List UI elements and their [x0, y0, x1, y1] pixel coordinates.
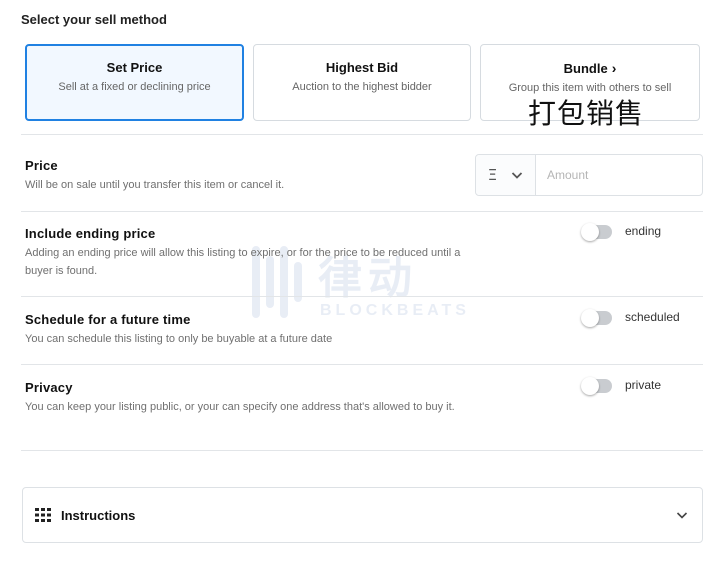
highest-bid-desc: Auction to the highest bidder [292, 81, 432, 93]
ending-price-desc: Adding an ending price will allow this l… [25, 247, 461, 277]
privacy-toggle-label: private [625, 378, 662, 392]
divider [21, 296, 703, 297]
ending-toggle[interactable] [581, 223, 612, 241]
price-input-group: Ξ [475, 154, 703, 196]
privacy-toggle[interactable] [581, 377, 612, 395]
ending-toggle-label: ending [625, 224, 662, 238]
chevron-down-icon [676, 512, 688, 519]
divider [21, 211, 703, 212]
schedule-desc: You can schedule this listing to only be… [25, 333, 333, 345]
privacy-desc: You can keep your listing public, or you… [25, 401, 455, 413]
bundle-overlay-text: 打包销售 [528, 97, 645, 130]
price-desc: Will be on sale until you transfer this … [25, 179, 285, 191]
schedule-toggle[interactable] [581, 309, 612, 327]
chevron-down-icon [512, 172, 523, 179]
divider [21, 450, 703, 451]
token-select[interactable]: Ξ [476, 155, 536, 195]
set-price-title: Set Price [106, 60, 163, 75]
chevron-right-icon: › [611, 60, 617, 76]
bundle-title: Bundle [563, 61, 608, 76]
privacy-title: Privacy [25, 380, 73, 395]
instructions-accordion[interactable]: Instructions [22, 487, 703, 543]
price-title: Price [25, 158, 58, 173]
grid-icon [35, 508, 51, 522]
highest-bid-title: Highest Bid [325, 60, 399, 75]
divider [21, 134, 703, 135]
highest-bid-option[interactable]: Highest Bid Auction to the highest bidde… [253, 44, 471, 121]
set-price-desc: Sell at a fixed or declining price [58, 81, 211, 93]
schedule-title: Schedule for a future time [25, 312, 191, 327]
sell-method-heading: Select your sell method [21, 12, 167, 27]
eth-icon: Ξ [487, 166, 498, 184]
ending-price-title: Include ending price [25, 226, 156, 241]
amount-input[interactable] [536, 155, 702, 195]
schedule-toggle-label: scheduled [625, 310, 680, 324]
watermark-en-text: BLOCKBEATS [320, 302, 470, 319]
divider [21, 364, 703, 365]
set-price-option[interactable]: Set Price Sell at a fixed or declining p… [25, 44, 244, 121]
instructions-label: Instructions [61, 507, 136, 523]
